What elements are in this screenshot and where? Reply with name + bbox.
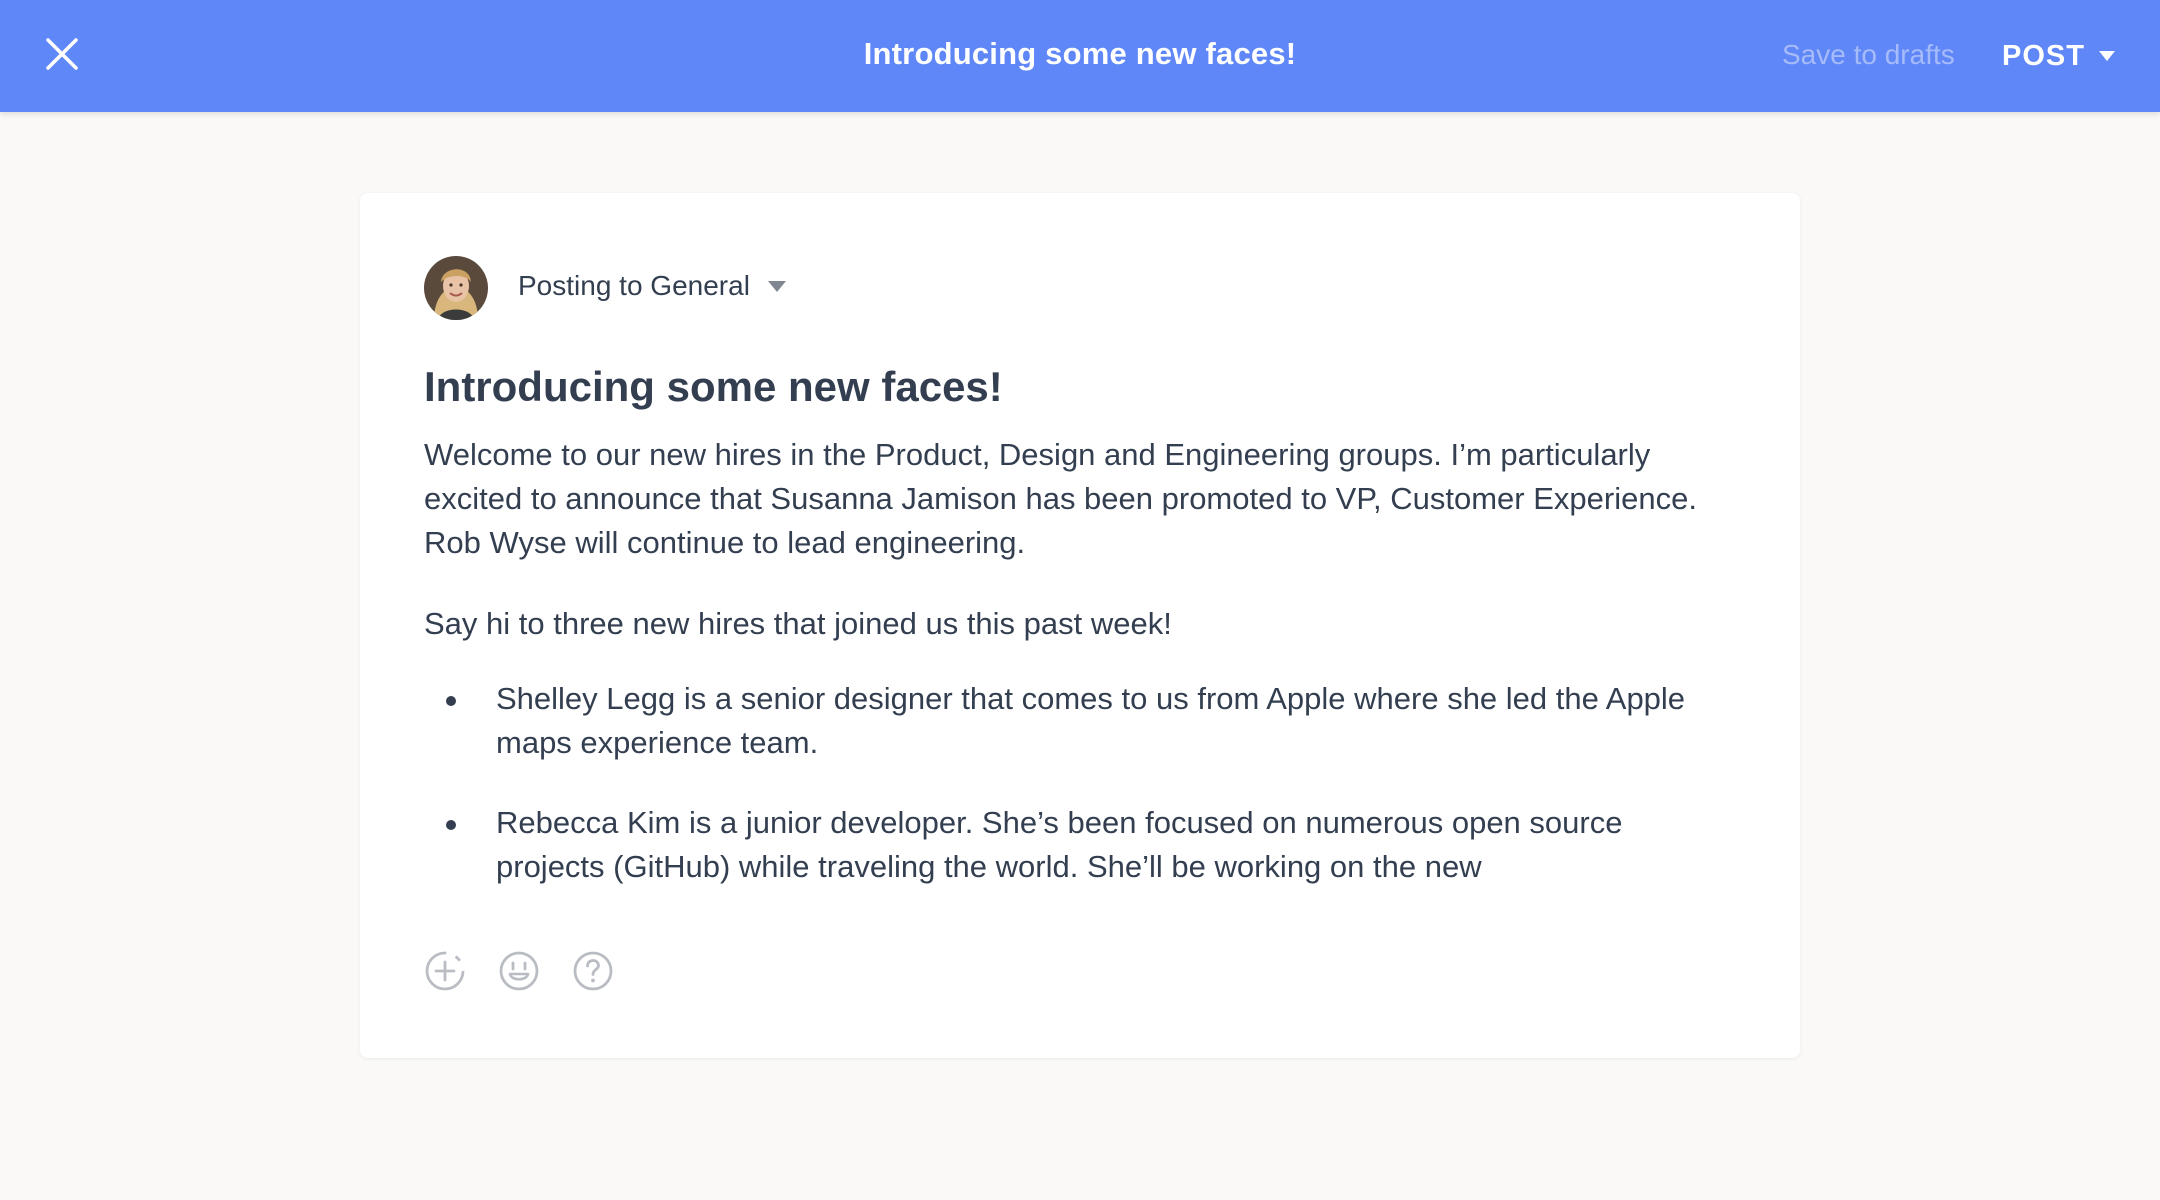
help-icon: [573, 951, 613, 991]
composer-toolbar: [424, 950, 614, 992]
posting-to-label: Posting to General: [518, 270, 750, 301]
post-composer-card: Posting to General Introducing some new …: [360, 193, 1800, 1058]
save-to-drafts-button[interactable]: Save to drafts: [1782, 39, 1955, 71]
post-button[interactable]: POST: [2002, 38, 2115, 74]
list-item[interactable]: Shelley Legg is a senior designer that c…: [424, 677, 1724, 765]
emoji-button[interactable]: [498, 950, 540, 992]
chevron-down-icon: [767, 280, 786, 292]
post-body-paragraph[interactable]: Welcome to our new hires in the Product,…: [424, 433, 1704, 565]
posting-to-selector[interactable]: Posting to General: [518, 270, 786, 302]
help-button[interactable]: [572, 950, 614, 992]
chevron-down-icon: [2098, 51, 2115, 61]
post-button-label: POST: [2002, 39, 2085, 72]
add-attachment-icon: [425, 951, 465, 991]
list-item[interactable]: Rebecca Kim is a junior developer. She’s…: [424, 801, 1724, 889]
top-bar: Introducing some new faces! Save to draf…: [0, 0, 2160, 112]
post-body-paragraph[interactable]: Say hi to three new hires that joined us…: [424, 602, 1704, 646]
bullet-list: Shelley Legg is a senior designer that c…: [424, 677, 1724, 925]
add-attachment-button[interactable]: [424, 950, 466, 992]
avatar: [424, 256, 488, 320]
bullet-icon: [446, 696, 456, 706]
list-item-text: Rebecca Kim is a junior developer. She’s…: [496, 805, 1623, 884]
list-item-text: Shelley Legg is a senior designer that c…: [496, 681, 1686, 760]
bullet-icon: [446, 820, 456, 830]
post-title[interactable]: Introducing some new faces!: [424, 363, 1003, 411]
emoji-icon: [499, 951, 539, 991]
